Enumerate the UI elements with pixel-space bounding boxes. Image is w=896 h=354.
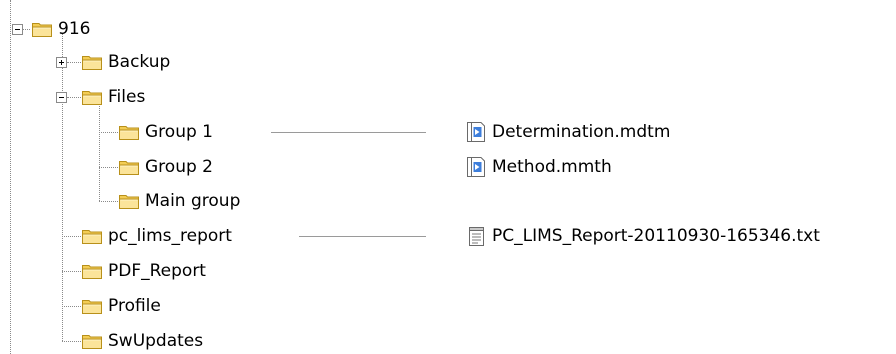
folder-icon: [118, 123, 140, 141]
tree-branch-pc-lims: [62, 236, 81, 237]
tree-node-label: SwUpdates: [108, 331, 204, 351]
tree-branch-group2: [99, 167, 118, 168]
file-name: Method.mmth: [492, 157, 612, 177]
tree-line-ancestor: [10, 0, 11, 354]
tree-line-files-children: [99, 106, 100, 201]
folder-icon: [81, 262, 103, 280]
tree-node-label: Profile: [108, 296, 161, 316]
tree-branch-files: [67, 97, 81, 98]
tree-branch-backup: [67, 62, 81, 63]
tree-node-swupdates[interactable]: SwUpdates: [81, 330, 203, 352]
folder-open-icon: [81, 88, 103, 106]
callout-line-group1: [271, 132, 426, 133]
tree-node-pc-lims-report[interactable]: pc_lims_report: [81, 225, 232, 247]
collapse-toggle-root[interactable]: [12, 24, 23, 35]
tree-node-label: pc_lims_report: [108, 226, 232, 246]
tree-branch-profile: [62, 306, 81, 307]
tree-node-label: Group 2: [145, 157, 213, 177]
plus-icon-vertical: [61, 60, 62, 65]
callout-line-pc-lims: [299, 236, 426, 237]
file-item-pc-lims-report-txt[interactable]: PC_LIMS_Report-20110930-165346.txt: [466, 224, 820, 248]
tree-branch-maingroup: [99, 201, 118, 202]
folder-icon: [81, 53, 103, 71]
folder-icon: [118, 192, 140, 210]
tree-branch-group1: [99, 132, 118, 133]
method-file-icon: [466, 121, 488, 143]
minus-icon: [59, 97, 64, 98]
tree-node-label: Backup: [108, 52, 171, 72]
tree-node-label: Files: [108, 87, 146, 107]
minus-icon: [15, 29, 20, 30]
folder-icon: [81, 227, 103, 245]
tree-node-profile[interactable]: Profile: [81, 295, 161, 317]
file-name: PC_LIMS_Report-20110930-165346.txt: [492, 226, 820, 246]
tree-line-root-children: [62, 34, 63, 341]
tree-node-pdf-report[interactable]: PDF_Report: [81, 260, 206, 282]
tree-line-root: [22, 29, 30, 30]
tree-branch-swupdates: [62, 341, 81, 342]
folder-icon: [118, 158, 140, 176]
tree-node-root[interactable]: 916: [31, 18, 90, 40]
tree-node-group1[interactable]: Group 1: [118, 121, 213, 143]
tree-node-label: 916: [58, 19, 91, 39]
collapse-toggle-files[interactable]: [56, 92, 67, 103]
expand-toggle-backup[interactable]: [56, 57, 67, 68]
tree-node-backup[interactable]: Backup: [81, 51, 170, 73]
tree-node-label: PDF_Report: [108, 261, 206, 281]
tree-node-group2[interactable]: Group 2: [118, 156, 213, 178]
method-file-icon: [466, 156, 488, 178]
tree-branch-pdf: [62, 271, 81, 272]
folder-open-icon: [31, 20, 53, 38]
tree-node-files[interactable]: Files: [81, 86, 145, 108]
tree-node-label: Group 1: [145, 122, 213, 142]
file-name: Determination.mdtm: [492, 122, 671, 142]
folder-icon: [81, 332, 103, 350]
file-item-determination[interactable]: Determination.mdtm: [466, 120, 670, 144]
tree-node-maingroup[interactable]: Main group: [118, 190, 240, 212]
folder-icon: [81, 297, 103, 315]
text-file-icon: [466, 225, 488, 247]
tree-node-label: Main group: [145, 191, 241, 211]
file-item-method[interactable]: Method.mmth: [466, 155, 612, 179]
